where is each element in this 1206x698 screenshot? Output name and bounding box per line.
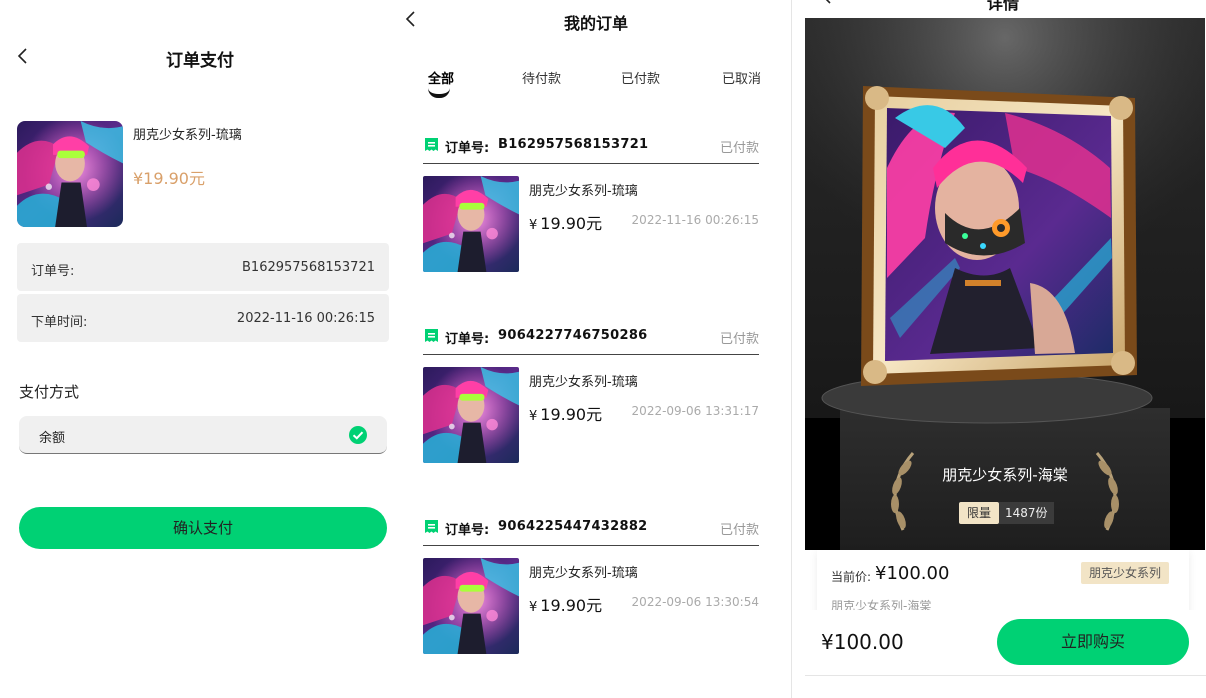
series-tag[interactable]: 朋克少女系列 [1080, 562, 1169, 584]
current-price: ¥100.00 [875, 563, 950, 584]
receipt-icon [423, 136, 440, 153]
product-detail-panel: 详情 朋克少女系列-海棠 限量 1487份 当前价: ¥100.00 朋克少女系… [792, 0, 1206, 698]
tab-pending[interactable]: 待付款 [522, 68, 561, 87]
order-time: 2022-09-06 13:31:17 [631, 404, 759, 418]
payment-method-heading: 支付方式 [19, 383, 80, 401]
order-time: 2022-09-06 13:30:54 [631, 595, 759, 609]
currency-symbol: ¥ [529, 600, 538, 615]
order-price-value: 19.90元 [540, 596, 603, 615]
product-thumbnail [17, 121, 123, 227]
currency-symbol: ¥ [529, 409, 538, 424]
order-card[interactable]: 订单号: 9064225447432882 已付款 朋克少女系列-琉璃 ¥19.… [423, 518, 759, 678]
order-status: 已付款 [719, 141, 759, 156]
order-payment-panel: 订单支付 朋克少女系列-琉璃 ¥19.90元 订单号: B16295756815… [0, 0, 400, 698]
order-time-value: 2022-11-16 00:26:15 [236, 311, 375, 326]
order-number: B162957568153721 [498, 137, 649, 152]
current-price-label: 当前价: [831, 570, 872, 584]
active-tab-indicator [428, 88, 450, 98]
order-number-label: 订单号: [445, 332, 490, 347]
product-hero-image: 朋克少女系列-海棠 限量 1487份 [805, 18, 1205, 550]
page-title: 我的订单 [563, 14, 628, 33]
order-time: 2022-11-16 00:26:15 [631, 213, 759, 227]
order-price: ¥19.90元 [529, 592, 602, 616]
back-arrow-icon[interactable] [820, 0, 834, 4]
order-product-name: 朋克少女系列-琉璃 [529, 566, 638, 581]
order-number-label: 订单号: [445, 141, 490, 156]
order-thumbnail [423, 367, 519, 463]
order-status: 已付款 [719, 523, 759, 538]
buy-now-button[interactable]: 立即购买 [997, 619, 1189, 665]
order-number-row: 订单号: B162957568153721 [17, 243, 389, 291]
currency-symbol: ¥ [529, 218, 538, 233]
order-thumbnail [423, 176, 519, 272]
order-number: 9064225447432882 [498, 519, 648, 534]
product-name: 朋克少女系列-琉璃 [133, 128, 242, 143]
order-number: 9064227746750286 [498, 328, 648, 343]
payment-option-balance[interactable]: 余额 [19, 416, 387, 454]
order-header: 订单号: 9064227746750286 已付款 [423, 327, 759, 355]
buy-price: ¥100.00 [821, 630, 904, 654]
order-price-value: 19.90元 [540, 214, 603, 233]
order-price: ¥19.90元 [529, 401, 602, 425]
receipt-icon [423, 518, 440, 535]
order-header: 订单号: 9064225447432882 已付款 [423, 518, 759, 546]
limited-tag: 限量 [959, 502, 1000, 524]
order-product-name: 朋克少女系列-琉璃 [529, 184, 638, 199]
payment-option-label: 余额 [39, 431, 66, 446]
product-price: ¥19.90元 [133, 169, 205, 188]
order-product-name: 朋克少女系列-琉璃 [529, 375, 638, 390]
limited-count: 1487份 [999, 502, 1054, 524]
my-orders-panel: 我的订单 全部 待付款 已付款 已取消 订单号: B16295756815372… [400, 0, 792, 698]
order-number-label: 订单号: [445, 523, 490, 538]
order-price-value: 19.90元 [540, 405, 603, 424]
hero-product-name: 朋克少女系列-海棠 [942, 466, 1068, 484]
order-time-label: 下单时间: [31, 315, 88, 330]
bottom-buy-bar: ¥100.00 立即购买 [805, 610, 1206, 676]
order-card[interactable]: 订单号: 9064227746750286 已付款 朋克少女系列-琉璃 ¥19.… [423, 327, 759, 487]
limited-edition-badge: 限量 1487份 [959, 502, 1054, 524]
page-title: 订单支付 [166, 51, 234, 71]
order-number-value: B162957568153721 [242, 260, 375, 275]
order-number-label: 订单号: [31, 264, 75, 279]
tab-all[interactable]: 全部 [428, 68, 454, 87]
order-header: 订单号: B162957568153721 已付款 [423, 136, 759, 164]
confirm-payment-button[interactable]: 确认支付 [19, 507, 387, 549]
check-circle-icon [349, 426, 367, 444]
tab-paid[interactable]: 已付款 [621, 68, 660, 87]
receipt-icon [423, 327, 440, 344]
order-card[interactable]: 订单号: B162957568153721 已付款 朋克少女系列-琉璃 ¥19.… [423, 136, 759, 296]
page-title: 详情 [987, 0, 1020, 13]
order-price: ¥19.90元 [529, 210, 602, 234]
order-time-row: 下单时间: 2022-11-16 00:26:15 [17, 294, 389, 342]
order-thumbnail [423, 558, 519, 654]
tab-cancelled[interactable]: 已取消 [722, 68, 761, 87]
order-status: 已付款 [719, 332, 759, 347]
